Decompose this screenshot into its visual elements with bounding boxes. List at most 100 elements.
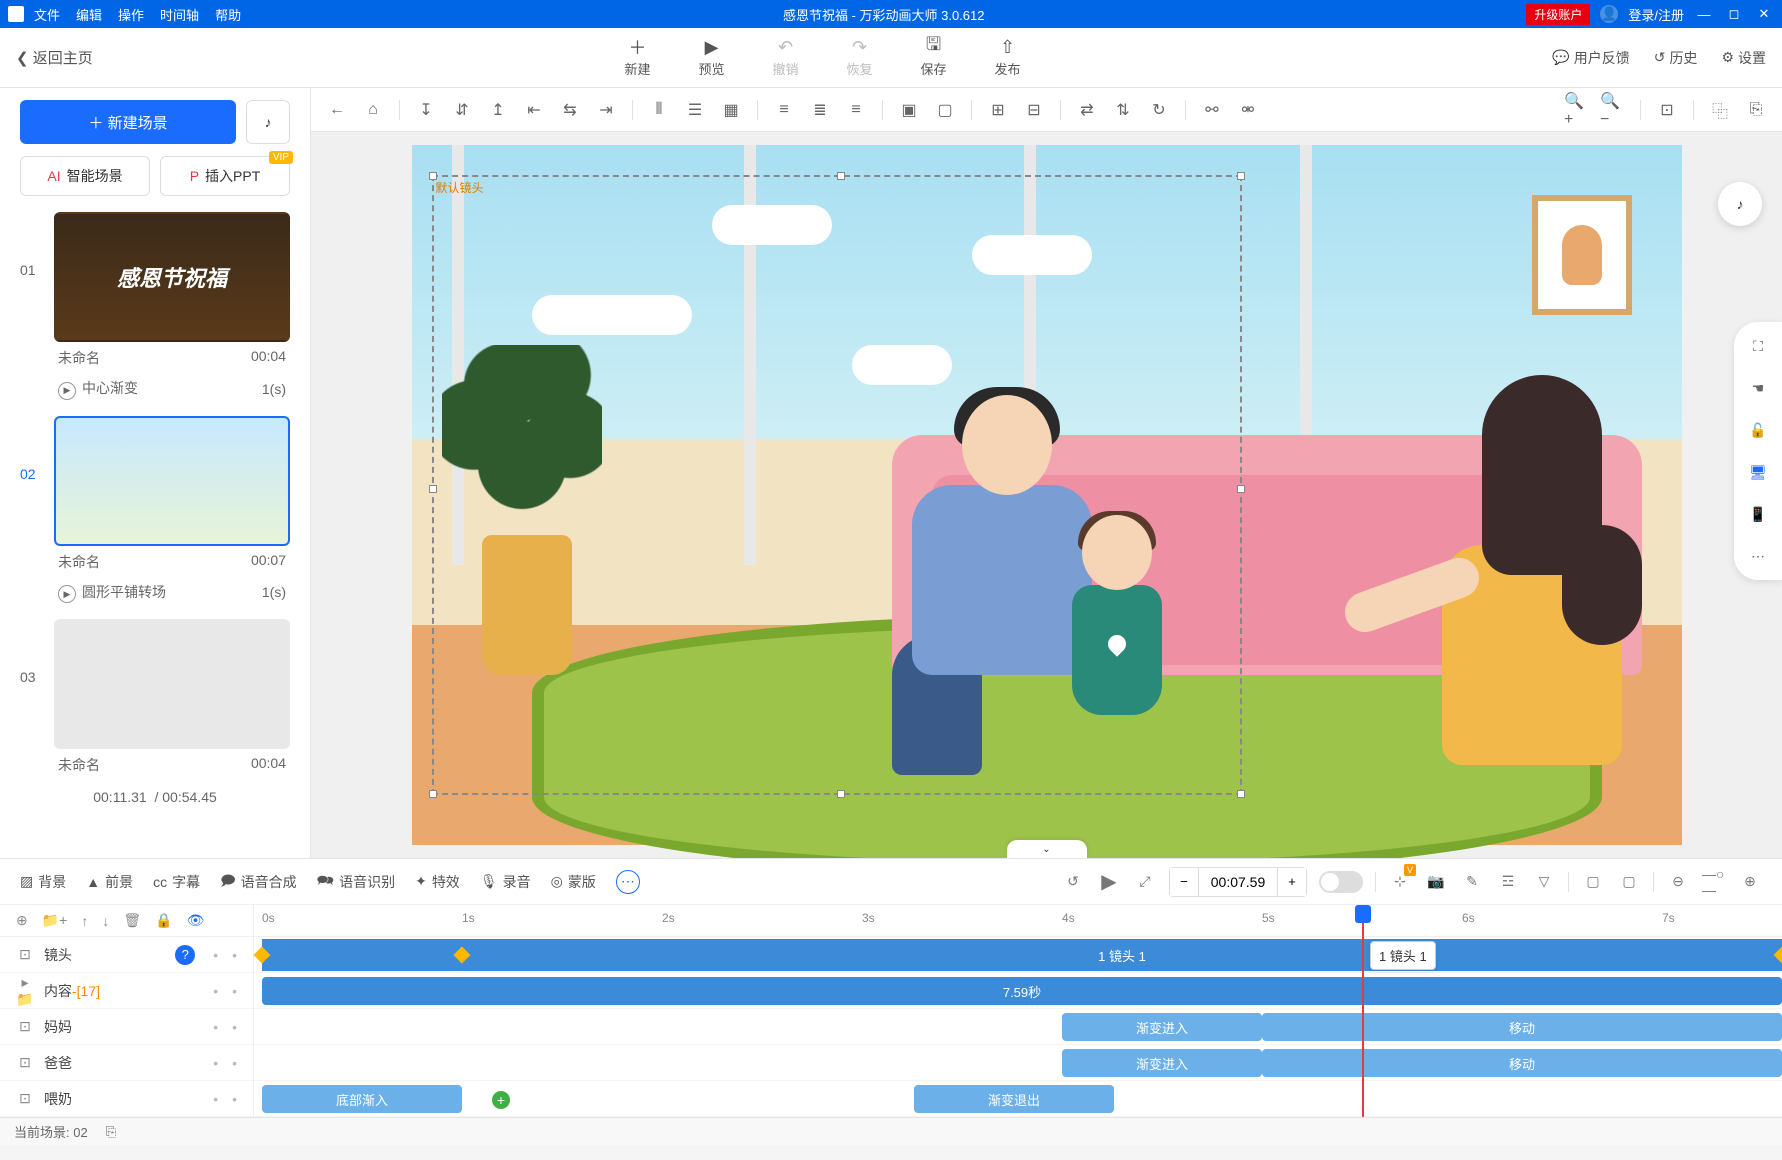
home-icon[interactable]: ⌂ — [359, 96, 387, 124]
move-up-icon[interactable]: ↑ — [81, 913, 88, 929]
scene-thumbnail[interactable] — [54, 416, 290, 546]
smart-scene-button[interactable]: AI智能场景 — [20, 156, 150, 196]
new-button[interactable]: ＋新建 — [624, 37, 650, 78]
link-icon[interactable]: ⚯ — [1198, 96, 1226, 124]
rotate-icon[interactable]: ↻ — [1145, 96, 1173, 124]
folder-add-icon[interactable]: 📁+ — [42, 912, 68, 929]
more-icon[interactable]: ⋯ — [1746, 544, 1770, 568]
track-mom[interactable]: ⊡妈妈•• — [0, 1009, 253, 1045]
mom-character[interactable] — [1402, 375, 1662, 815]
lock-icon[interactable]: 🔒 — [155, 912, 172, 929]
help-icon[interactable]: ? — [175, 945, 195, 965]
fullscreen-icon[interactable]: ⛶ — [1746, 334, 1770, 358]
menu-help[interactable]: 帮助 — [215, 5, 241, 24]
canvas-stage-wrap[interactable]: 默认镜头 ♪ ⛶ ☚ 🔓 🖥 📱 ⋯ ⌄ — [311, 132, 1782, 858]
lane-camera[interactable]: 1 镜头 1 — [254, 937, 1782, 973]
play-trans-icon[interactable]: ▶ — [58, 585, 76, 603]
lane-dad[interactable]: 渐变进入 移动 — [254, 1045, 1782, 1081]
more-tools-button[interactable]: ⋯ — [616, 870, 640, 894]
feedback-link[interactable]: 💬用户反馈 — [1552, 48, 1629, 68]
flip-v-icon[interactable]: ⇅ — [1109, 96, 1137, 124]
tts-button[interactable]: 🗩 语音合成 — [220, 870, 297, 894]
zoom-minus-icon[interactable]: ⊖ — [1666, 870, 1690, 894]
duration-clip[interactable]: 7.59秒 — [262, 977, 1782, 1005]
status-copy-icon[interactable]: ⎘ — [106, 1124, 116, 1140]
camera-clip-head[interactable] — [262, 939, 462, 971]
group-icon[interactable]: ⊞ — [984, 96, 1012, 124]
login-link[interactable]: 登录/注册 — [1628, 5, 1684, 24]
copy-icon[interactable]: ⿻ — [1706, 96, 1734, 124]
menu-action[interactable]: 操作 — [118, 5, 144, 24]
expand-icon[interactable]: ⤢ — [1133, 870, 1157, 894]
back-home[interactable]: ❮ 返回主页 — [16, 47, 93, 68]
upgrade-button[interactable]: 升级账户 — [1526, 4, 1590, 25]
maximize-icon[interactable]: ◻ — [1724, 6, 1744, 22]
camera-clip[interactable]: 1 镜头 1 — [462, 939, 1782, 971]
lane-feed[interactable]: 底部渐入 + 渐变退出 — [254, 1081, 1782, 1117]
foreground-button[interactable]: ▲ 前景 — [86, 872, 133, 892]
unlink-icon[interactable]: ⚮ — [1234, 96, 1262, 124]
stage[interactable]: 默认镜头 — [412, 145, 1682, 845]
lane-mom[interactable]: 渐变进入 移动 — [254, 1009, 1782, 1045]
scene-item-03[interactable]: 03 未命名00:04 — [20, 619, 290, 781]
fade-out-clip[interactable]: 渐变退出 — [914, 1085, 1114, 1113]
text-left-icon[interactable]: ≡ — [770, 96, 798, 124]
lane-duration[interactable]: 7.59秒 — [254, 973, 1782, 1009]
play-trans-icon[interactable]: ▶ — [58, 382, 76, 400]
align-bottom-icon[interactable]: ↥ — [484, 96, 512, 124]
camera-icon[interactable]: 📷 — [1424, 870, 1448, 894]
edit-icon[interactable]: ✎ — [1460, 870, 1484, 894]
layer-back-icon[interactable]: ▢ — [931, 96, 959, 124]
scene-item-01[interactable]: 01 感恩节祝福 未命名00:04 ▶中心渐变1(s) — [20, 212, 290, 410]
bottom-enter-clip[interactable]: 底部渐入 — [262, 1085, 462, 1113]
layers-icon[interactable]: ☲ — [1496, 870, 1520, 894]
text-center-icon[interactable]: ≣ — [806, 96, 834, 124]
time-stepper[interactable]: − + — [1169, 867, 1307, 897]
align-vcenter-icon[interactable]: ⇵ — [448, 96, 476, 124]
rewind-icon[interactable]: ↺ — [1061, 870, 1085, 894]
mobile-icon[interactable]: 📱 — [1746, 502, 1770, 526]
zoom-out-icon[interactable]: 🔍− — [1600, 96, 1628, 124]
unlock-icon[interactable]: 🔓 — [1746, 418, 1770, 442]
track-feed[interactable]: ⊡喂奶•• — [0, 1081, 253, 1117]
new-scene-button[interactable]: ＋ 新建场景 — [20, 100, 236, 144]
save-button[interactable]: 🖫保存 — [921, 37, 947, 78]
layer-front-icon[interactable]: ▣ — [895, 96, 923, 124]
scene-thumbnail[interactable]: 感恩节祝福 — [54, 212, 290, 342]
fit-icon[interactable]: ⊡ — [1653, 96, 1681, 124]
playhead[interactable]: 1 镜头 1 — [1362, 905, 1364, 1117]
text-right-icon[interactable]: ≡ — [842, 96, 870, 124]
play-icon[interactable]: ▶ — [1097, 870, 1121, 894]
music-fab[interactable]: ♪ — [1718, 182, 1762, 226]
scene-item-02[interactable]: 02 未命名00:07 ▶圆形平铺转场1(s) — [20, 416, 290, 614]
align-hcenter-icon[interactable]: ⇆ — [556, 96, 584, 124]
move-down-icon[interactable]: ↓ — [102, 913, 109, 929]
move-clip[interactable]: 移动 — [1262, 1013, 1782, 1041]
time-plus[interactable]: + — [1278, 868, 1306, 896]
subtitle-button[interactable]: cc 字幕 — [153, 872, 200, 892]
mask-button[interactable]: ◎ 蒙版 — [551, 872, 596, 892]
minimize-icon[interactable]: — — [1694, 7, 1714, 22]
marker2-icon[interactable]: ▢ — [1617, 870, 1641, 894]
time-minus[interactable]: − — [1170, 868, 1198, 896]
arrange-icon[interactable]: ▦ — [717, 96, 745, 124]
nav-back-icon[interactable]: ← — [323, 96, 351, 124]
toggle-switch[interactable] — [1319, 871, 1363, 893]
asr-button[interactable]: 🗪 语音识别 — [317, 870, 395, 894]
undo-button[interactable]: ↶撤销 — [773, 37, 799, 78]
fade-in-clip[interactable]: 渐变进入 — [1062, 1013, 1262, 1041]
add-track-icon[interactable]: ⊕ — [16, 912, 28, 929]
history-link[interactable]: ↺历史 — [1654, 48, 1698, 68]
move-clip[interactable]: 移动 — [1262, 1049, 1782, 1077]
menu-timeline[interactable]: 时间轴 — [160, 5, 199, 24]
folder-icon[interactable]: ▸📁 — [16, 974, 34, 1008]
paste-icon[interactable]: ⎘ — [1742, 96, 1770, 124]
selection-box[interactable] — [432, 175, 1242, 795]
track-dad[interactable]: ⊡爸爸•• — [0, 1045, 253, 1081]
menu-edit[interactable]: 编辑 — [76, 5, 102, 24]
flip-h-icon[interactable]: ⇄ — [1073, 96, 1101, 124]
zoom-slider-icon[interactable]: —○— — [1702, 870, 1726, 894]
keyframe-v-icon[interactable]: ⊹ — [1388, 870, 1412, 894]
ungroup-icon[interactable]: ⊟ — [1020, 96, 1048, 124]
zoom-plus-icon[interactable]: ⊕ — [1738, 870, 1762, 894]
